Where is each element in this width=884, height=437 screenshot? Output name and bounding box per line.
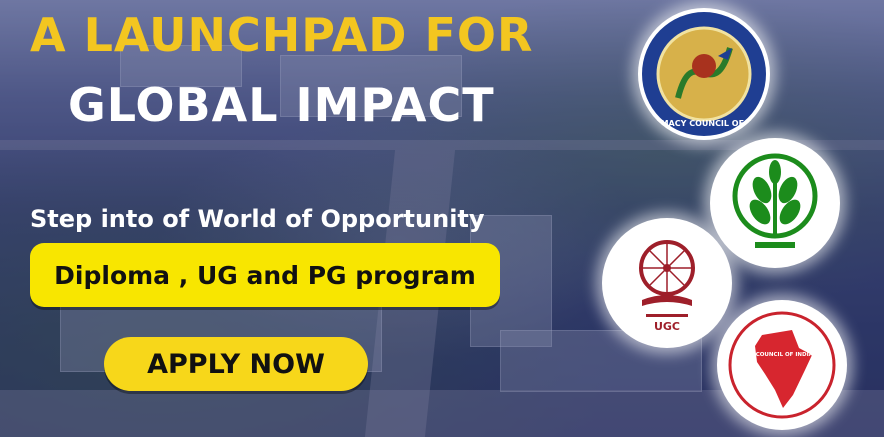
- apply-now-label: APPLY NOW: [147, 348, 325, 380]
- apply-now-button[interactable]: APPLY NOW: [104, 337, 368, 391]
- icar-agriculture-logo-icon: [710, 138, 840, 268]
- tagline: Step into of World of Opportunity: [30, 205, 485, 233]
- programs-banner: Diploma , UG and PG program: [30, 243, 500, 307]
- headline-line-1: A LAUNCHPAD FOR: [30, 8, 534, 62]
- ugc-logo-icon: UGC: [602, 218, 732, 348]
- ugc-text: UGC: [654, 320, 680, 333]
- bar-council-logo-icon: BAR COUNCIL OF INDIA: [717, 300, 847, 430]
- programs-label: Diploma , UG and PG program: [54, 260, 476, 290]
- headline-line-2: GLOBAL IMPACT: [68, 78, 495, 132]
- bar-council-text: BAR COUNCIL OF INDIA: [741, 352, 813, 358]
- pharmacy-council-logo-icon: PHARMACY COUNCIL OF INDIA: [638, 8, 770, 140]
